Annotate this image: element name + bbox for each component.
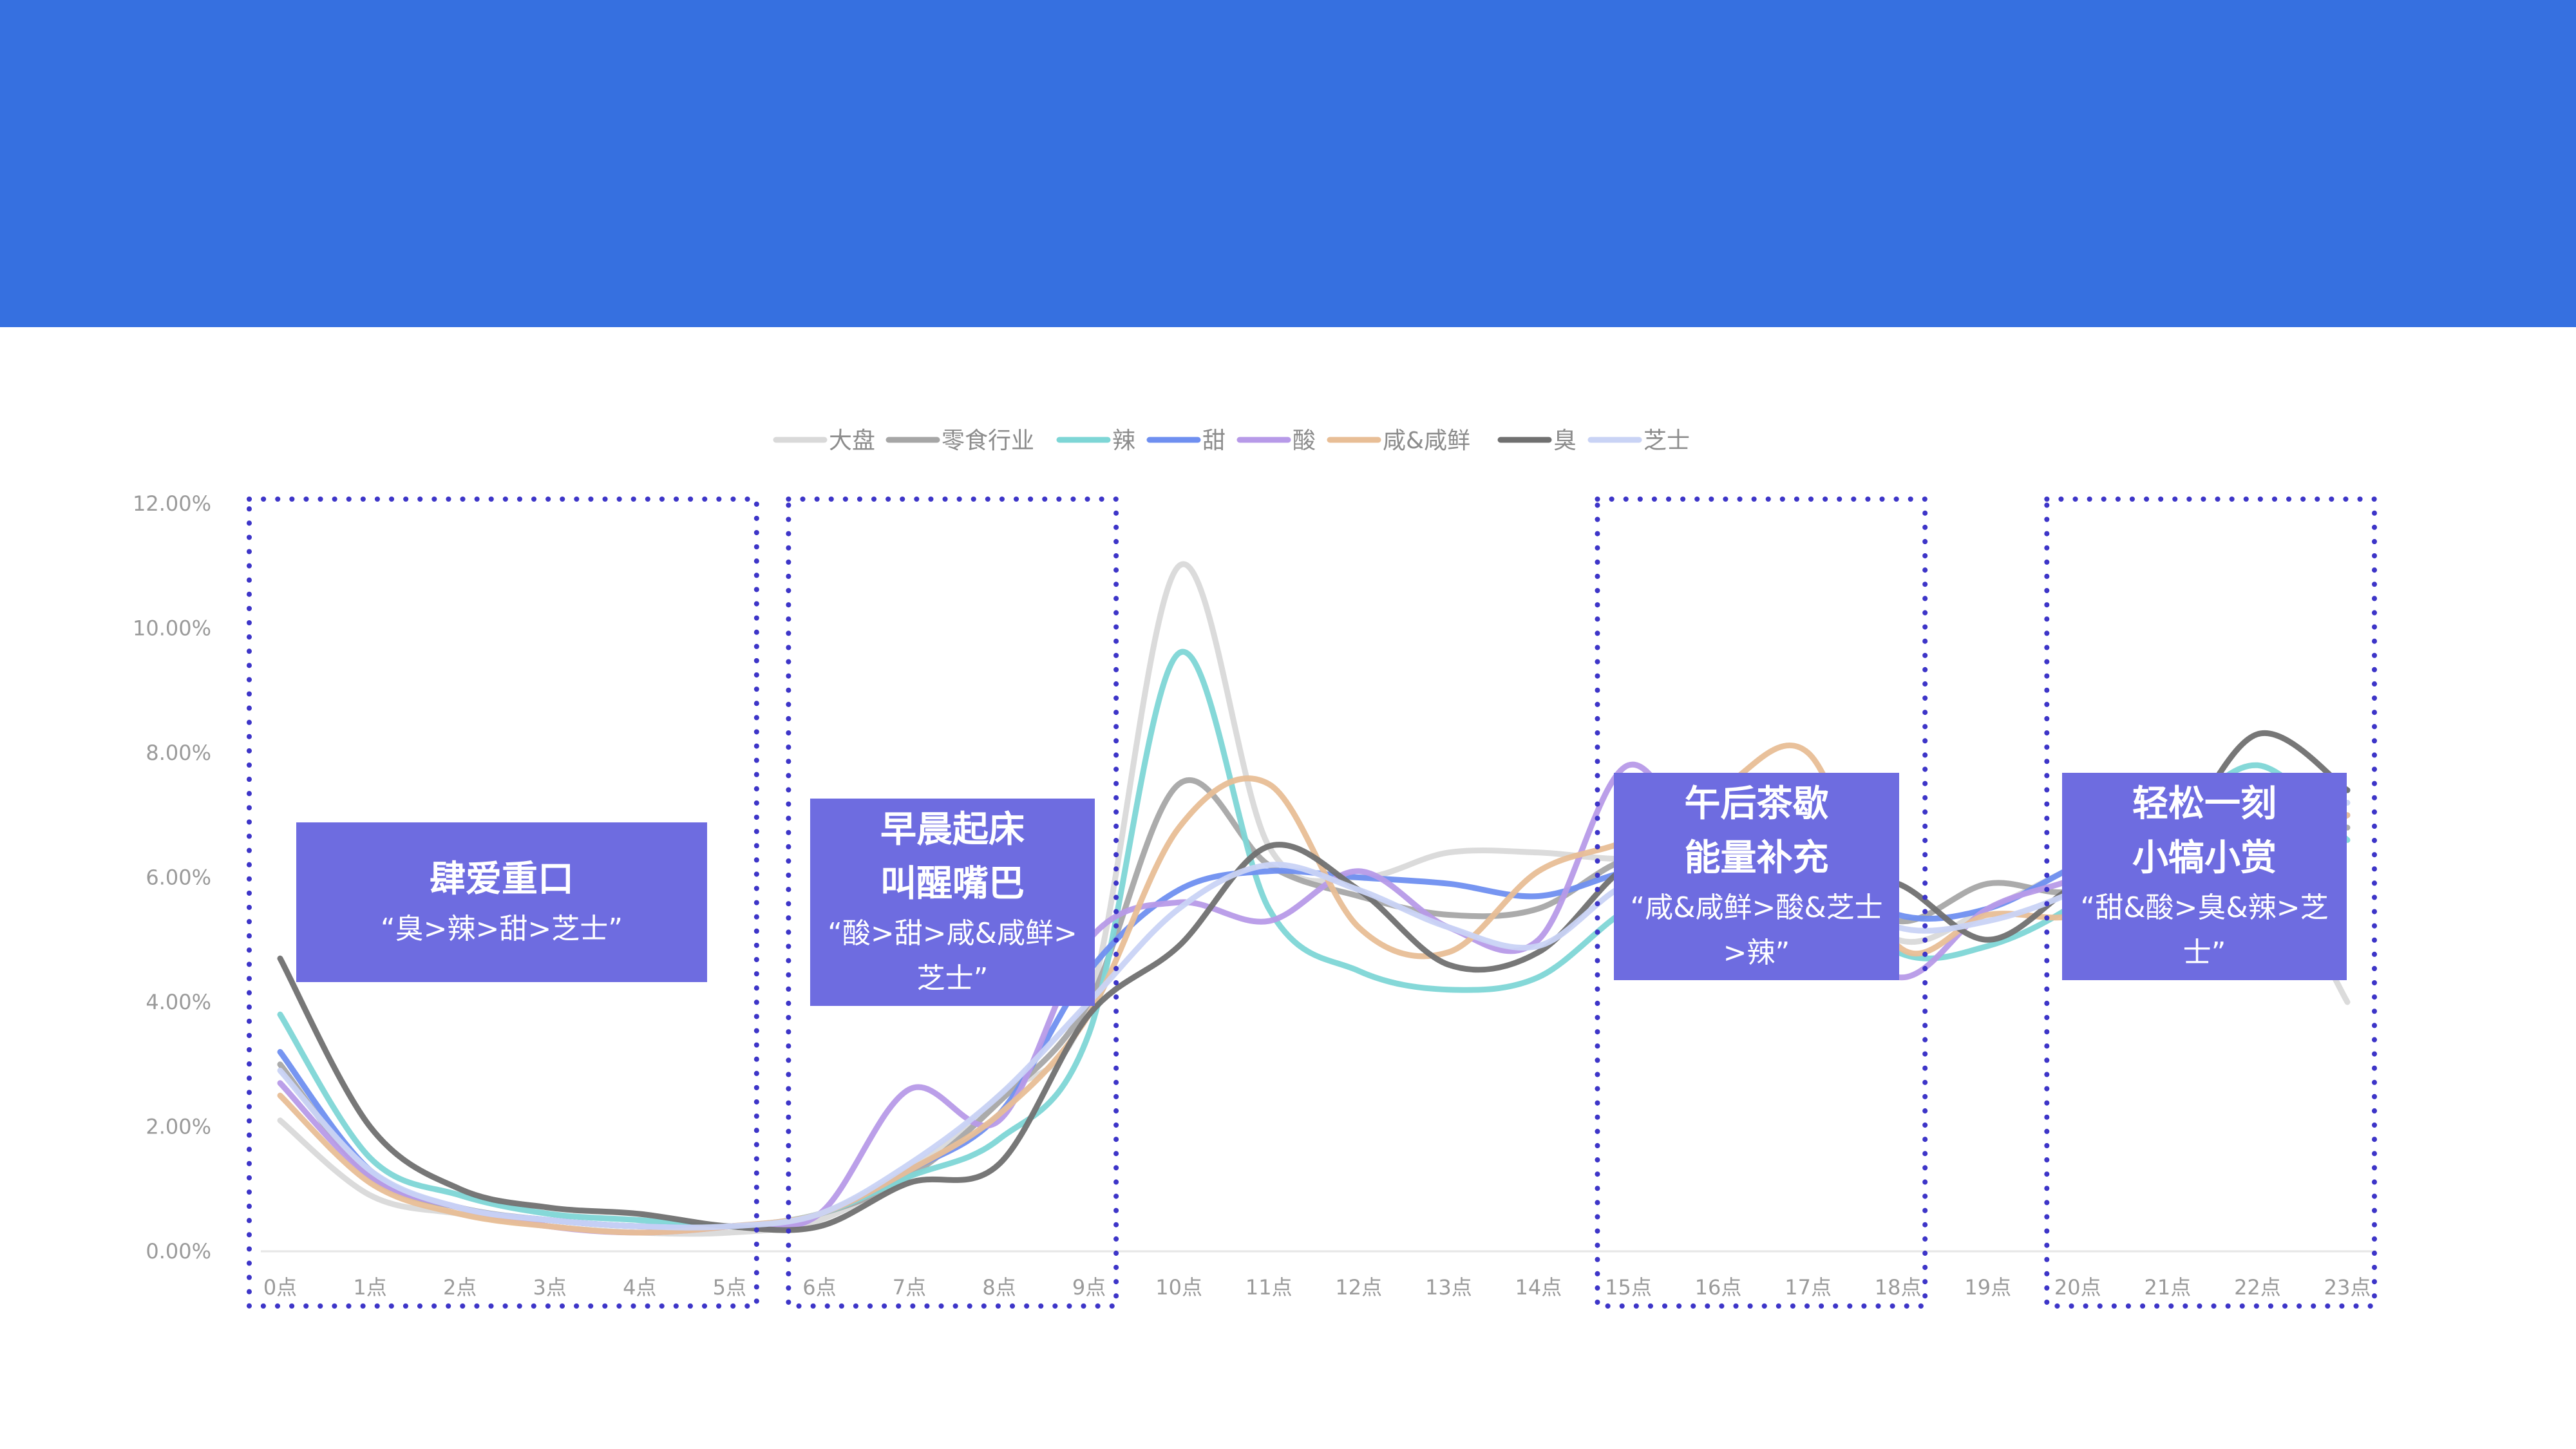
y-tick-label: 2.00% <box>146 1115 211 1139</box>
y-tick-label: 0.00% <box>146 1239 211 1264</box>
x-tick-label: 23点 <box>2324 1275 2371 1300</box>
x-tick-label: 5点 <box>713 1275 746 1300</box>
x-tick-label: 18点 <box>1875 1275 1922 1300</box>
x-tick-label: 6点 <box>802 1275 836 1300</box>
callout-subtitle: >辣” <box>1723 936 1790 969</box>
y-axis: 0.00% 2.00% 4.00% 6.00% 8.00% 10.00% 12.00% <box>133 491 211 1264</box>
callout-title: 叫醒嘴巴 <box>880 863 1025 905</box>
legend-label: 臭 <box>1553 428 1577 454</box>
x-tick-label: 20点 <box>2054 1275 2101 1300</box>
legend-label: 咸&咸鲜 <box>1383 428 1470 454</box>
x-tick-label: 21点 <box>2145 1275 2192 1300</box>
legend-label: 酸 <box>1293 428 1316 454</box>
x-tick-label: 9点 <box>1072 1275 1106 1300</box>
x-tick-label: 11点 <box>1245 1275 1293 1300</box>
callout-subtitle: 士” <box>2183 936 2226 969</box>
callout-title: 午后茶歇 <box>1684 783 1829 825</box>
x-tick-label: 0点 <box>263 1275 297 1300</box>
legend-label: 芝士 <box>1643 428 1690 454</box>
x-tick-label: 22点 <box>2234 1275 2281 1300</box>
x-tick-label: 13点 <box>1425 1275 1472 1300</box>
x-tick-label: 3点 <box>533 1275 567 1300</box>
x-tick-label: 17点 <box>1785 1275 1832 1300</box>
callout-title: 能量补充 <box>1684 837 1829 879</box>
series-line-5 <box>277 742 2351 1236</box>
y-tick-label: 6.00% <box>146 866 211 890</box>
x-tick-label: 7点 <box>893 1275 926 1300</box>
callout-title: 肆爱重口 <box>430 858 574 900</box>
x-tick-label: 4点 <box>623 1275 656 1300</box>
legend-label: 辣 <box>1112 428 1135 454</box>
x-axis: 0点 1点 2点 3点 4点 5点 6点 7点 8点 9点 10点 11点 12点 13点 14点 15点 16… <box>261 1250 2376 1300</box>
callout-subtitle: “臭>辣>甜>芝士” <box>380 913 623 945</box>
y-tick-label: 8.00% <box>146 741 211 765</box>
line-chart: 大盘 零食行业 辣 甜 酸 咸&咸鲜 臭 芝士 0.00% 2.00% 4.00% 6.00% 8.0… <box>133 428 2378 1309</box>
callout-title: 早晨起床 <box>880 809 1025 851</box>
x-tick-label: 2点 <box>443 1275 477 1300</box>
chart-legend: 大盘 零食行业 辣 甜 酸 咸&咸鲜 臭 芝士 <box>773 428 1690 454</box>
callout-box: 早晨起床叫醒嘴巴 “酸>甜>咸&咸鲜> 芝士” <box>810 799 1095 1006</box>
callout-box: 轻松一刻小犒小赏 “甜&酸>臭&辣>芝 士” <box>2062 773 2347 980</box>
x-tick-label: 1点 <box>353 1275 386 1300</box>
callout-box: 午后茶歇能量补充 “咸&咸鲜>酸&芝士 >辣” <box>1614 773 1899 980</box>
x-tick-label: 15点 <box>1605 1275 1652 1300</box>
y-tick-label: 4.00% <box>146 990 211 1014</box>
callout-box: 肆爱重口 “臭>辣>甜>芝士” <box>296 822 707 982</box>
x-tick-label: 10点 <box>1155 1275 1202 1300</box>
x-tick-label: 14点 <box>1515 1275 1562 1300</box>
x-tick-label: 8点 <box>982 1275 1016 1300</box>
legend-label: 大盘 <box>829 428 875 454</box>
x-tick-label: 19点 <box>1964 1275 2011 1300</box>
legend-label: 甜 <box>1202 428 1226 454</box>
legend-label: 零食行业 <box>942 428 1034 454</box>
callout-title: 轻松一刻 <box>2132 783 2277 825</box>
x-tick-label: 16点 <box>1695 1275 1742 1300</box>
callout-subtitle: “酸>甜>咸&咸鲜> <box>828 917 1077 950</box>
y-tick-label: 12.00% <box>133 491 211 516</box>
callout-subtitle: “咸&咸鲜>酸&芝士 <box>1630 891 1883 924</box>
callout-subtitle: “甜&酸>臭&辣>芝 <box>2080 891 2329 924</box>
y-tick-label: 10.00% <box>133 616 211 641</box>
x-tick-label: 12点 <box>1335 1275 1382 1300</box>
callout-title: 小犒小赏 <box>2132 837 2277 879</box>
callout-subtitle: 芝士” <box>916 962 989 995</box>
